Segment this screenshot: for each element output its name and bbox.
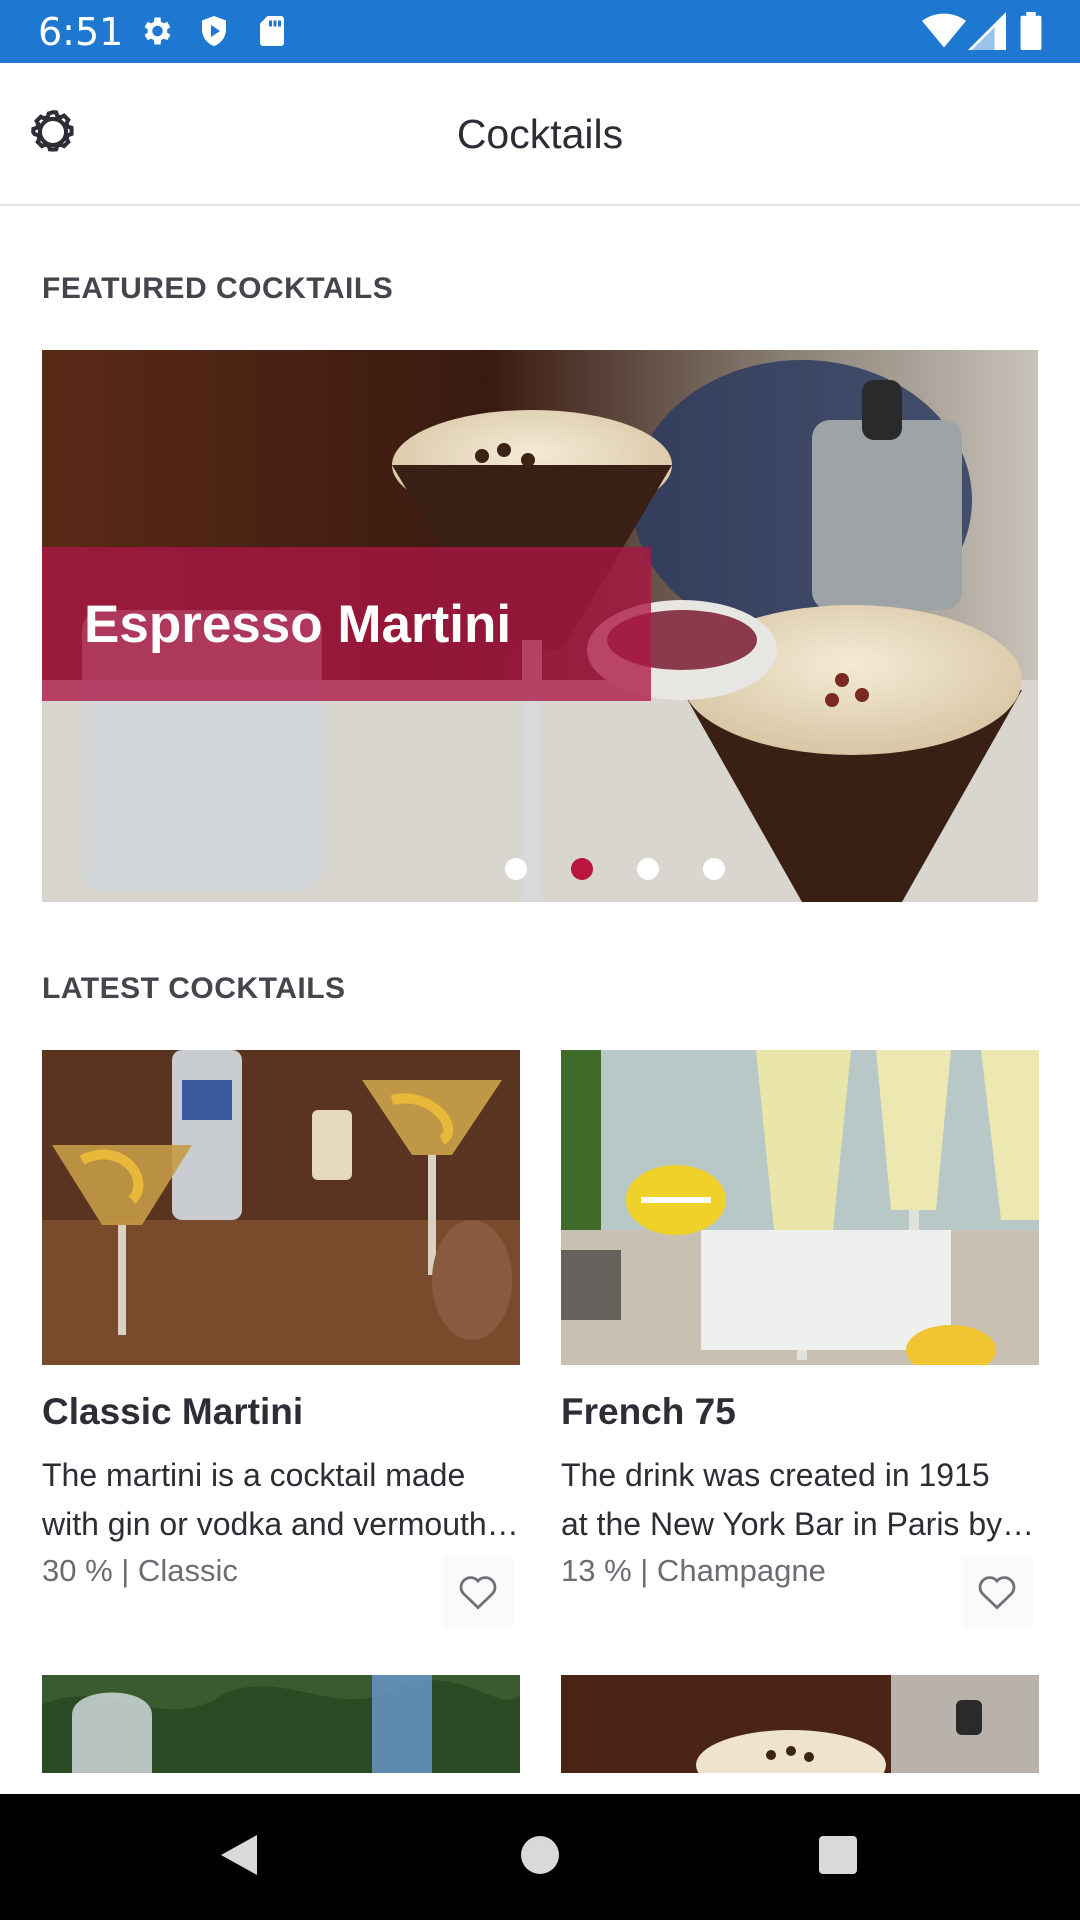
back-button[interactable]: [206, 1824, 272, 1890]
wifi-icon: [922, 12, 966, 55]
cocktail-description: The drink was created in 1915 at the New…: [561, 1451, 1039, 1549]
shield-icon: [196, 13, 232, 49]
back-icon: [217, 1831, 261, 1884]
cocktail-title: French 75: [561, 1391, 736, 1432]
carousel-dot[interactable]: [505, 858, 527, 880]
latest-section-title: LATEST COCKTAILS: [42, 972, 346, 1005]
cocktail-description: The martini is a cocktail made with gin …: [42, 1451, 520, 1549]
featured-cocktail-name: Espresso Martini: [84, 594, 512, 654]
gear-icon: [138, 13, 174, 49]
featured-caption: Espresso Martini: [42, 547, 651, 701]
status-time: 6:51: [38, 10, 124, 54]
featured-carousel[interactable]: Espresso Martini: [42, 350, 1038, 902]
description-line: with gin or vodka and vermouth and garni…: [42, 1506, 520, 1542]
status-bar: 6:51: [0, 0, 1080, 63]
app-bar: Cocktails: [0, 63, 1080, 206]
cocktail-card-image-partial[interactable]: [561, 1675, 1039, 1773]
description-line: The drink was created in 1915: [561, 1457, 990, 1493]
heart-outline-icon: [457, 1571, 499, 1616]
cocktail-card[interactable]: Classic Martini The martini is a cocktai…: [42, 1050, 520, 1629]
home-button[interactable]: [507, 1824, 573, 1890]
cocktail-card[interactable]: French 75 The drink was created in 1915 …: [561, 1050, 1039, 1629]
favorite-button[interactable]: [442, 1557, 514, 1629]
heart-outline-icon: [976, 1571, 1018, 1616]
sd-card-icon: [254, 13, 290, 49]
home-icon: [520, 1835, 560, 1880]
recents-icon: [818, 1835, 858, 1880]
cocktail-image: [42, 1050, 520, 1365]
carousel-indicator: [42, 858, 1038, 880]
cocktail-card-image-partial[interactable]: [42, 1675, 520, 1773]
system-nav-bar: [0, 1794, 1080, 1920]
carousel-dot[interactable]: [637, 858, 659, 880]
cocktail-image: [561, 1050, 1039, 1365]
featured-section-title: FEATURED COCKTAILS: [42, 272, 394, 305]
recents-button[interactable]: [805, 1824, 871, 1890]
battery-icon: [1020, 12, 1042, 55]
page-title: Cocktails: [456, 111, 624, 157]
carousel-dot[interactable]: [703, 858, 725, 880]
description-line: The martini is a cocktail made: [42, 1457, 466, 1493]
favorite-button[interactable]: [961, 1557, 1033, 1629]
carousel-dot-active[interactable]: [571, 858, 593, 880]
description-line: at the New York Bar in Paris by Harry Ma…: [561, 1506, 1039, 1542]
signal-icon: [968, 12, 1006, 55]
cocktail-title: Classic Martini: [42, 1391, 304, 1432]
